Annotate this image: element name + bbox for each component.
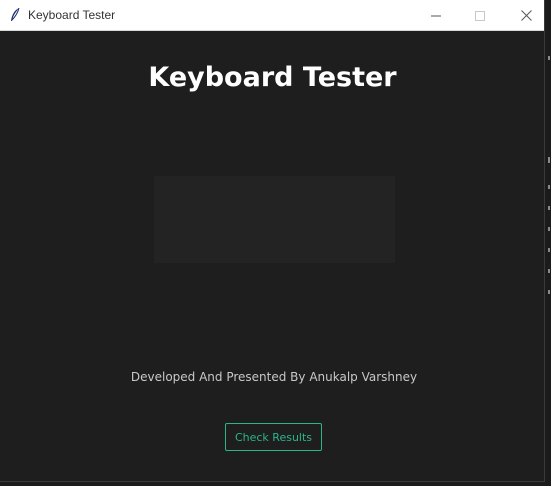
check-results-button[interactable]: Check Results: [225, 423, 322, 451]
maximize-button[interactable]: [457, 0, 503, 30]
app-window: Keyboard Tester Keyboard Tester Develope…: [0, 0, 545, 482]
credits-text: Developed And Presented By Anukalp Varsh…: [130, 370, 418, 384]
minimize-button[interactable]: [413, 0, 459, 30]
minimize-icon: [431, 6, 441, 25]
key-display-panel: [154, 176, 395, 263]
window-title: Keyboard Tester: [28, 8, 116, 22]
edge-mark: [548, 248, 550, 252]
title-bar[interactable]: Keyboard Tester: [0, 0, 544, 31]
edge-mark: [548, 227, 550, 231]
maximize-icon: [475, 6, 485, 25]
edge-mark: [548, 56, 550, 60]
edge-mark: [548, 185, 550, 189]
edge-mark: [548, 290, 550, 294]
background-window-edge: [545, 0, 551, 486]
edge-mark: [548, 269, 550, 273]
edge-mark: [548, 206, 550, 210]
close-button[interactable]: [503, 0, 549, 30]
close-icon: [520, 6, 532, 25]
page-title: Keyboard Tester: [148, 62, 397, 93]
feather-icon: [9, 7, 21, 23]
edge-mark: [548, 157, 550, 163]
